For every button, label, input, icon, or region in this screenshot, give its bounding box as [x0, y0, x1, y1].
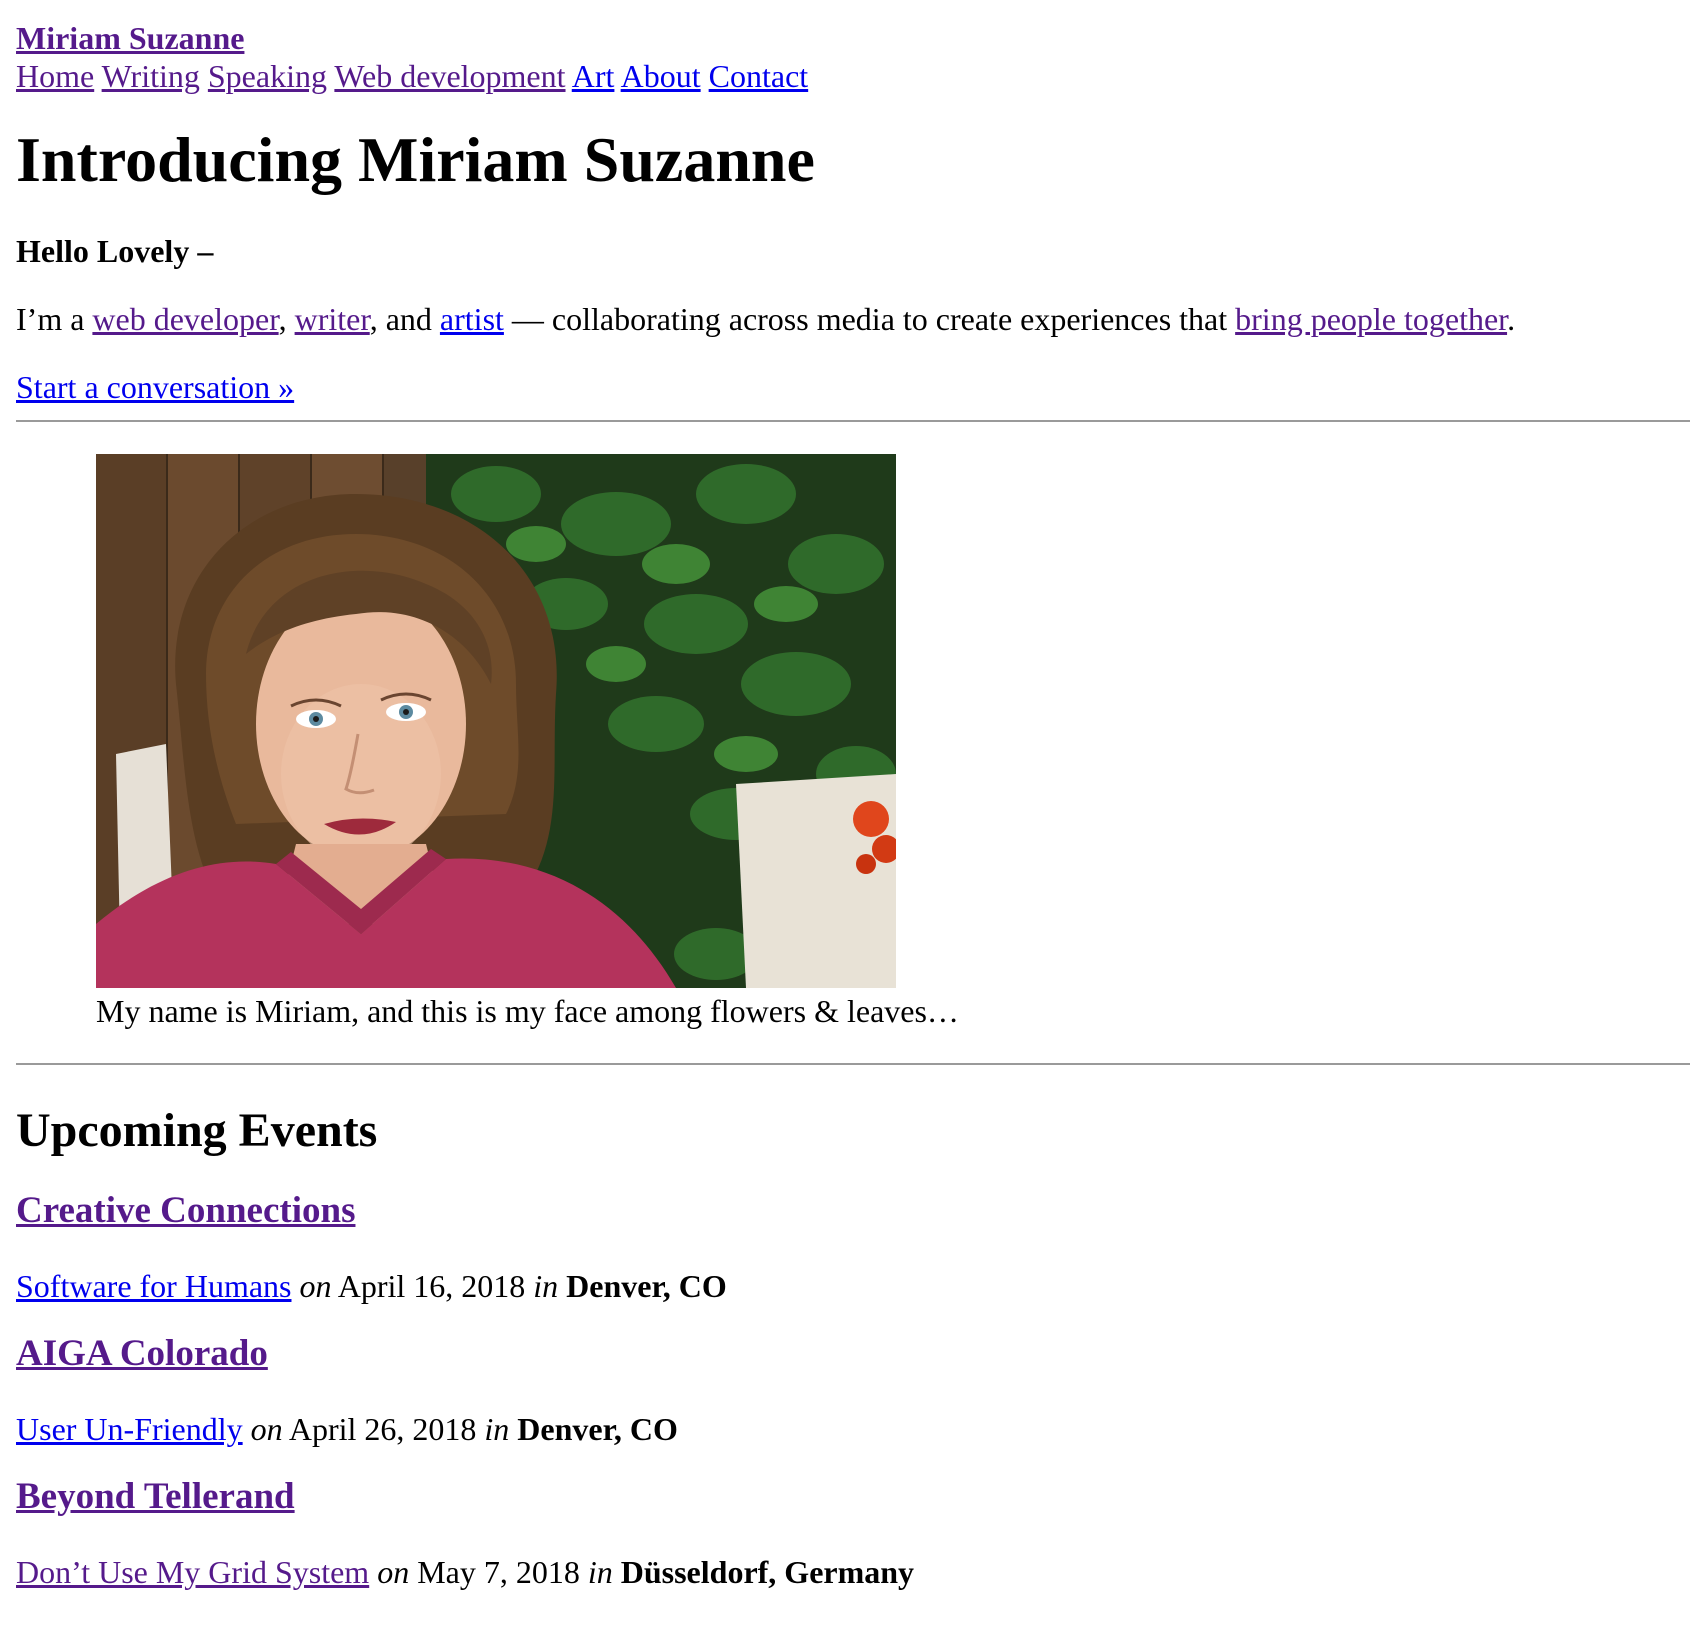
intro-and: , and [369, 301, 440, 337]
link-bring-people-together[interactable]: bring people together [1235, 301, 1507, 337]
nav-art[interactable]: Art [572, 58, 615, 94]
divider [16, 420, 1690, 422]
on-label: on [377, 1554, 410, 1590]
nav-writing[interactable]: Writing [102, 58, 200, 94]
events-section: Upcoming Events Creative Connections Sof… [16, 1103, 1674, 1591]
in-label: in [587, 1554, 613, 1590]
event-location: Denver, CO [517, 1411, 678, 1447]
event-title: Beyond Tellerand [16, 1475, 1674, 1519]
intro-middle: — collaborating across media to create e… [503, 301, 1236, 337]
nav-speaking[interactable]: Speaking [208, 58, 327, 94]
page-title: Introducing Miriam Suzanne [16, 124, 815, 195]
in-label: in [484, 1411, 510, 1447]
intro-paragraph: I’m a web developer, writer, and artist … [16, 300, 1674, 338]
event-date: May 7, 2018 [417, 1554, 580, 1590]
portrait-figure: My name is Miriam, and this is my face a… [96, 454, 1674, 1030]
portrait-caption: My name is Miriam, and this is my face a… [96, 993, 959, 1029]
nav-web-development[interactable]: Web development [334, 58, 565, 94]
start-conversation-link[interactable]: Start a conversation » [16, 369, 294, 405]
event-link-aiga-colorado[interactable]: AIGA Colorado [16, 1333, 268, 1374]
on-label: on [299, 1268, 332, 1304]
greeting: Hello Lovely – [16, 233, 214, 269]
site-header: Miriam Suzanne Home Writing Speaking Web… [16, 19, 1674, 95]
page: Miriam Suzanne Home Writing Speaking Web… [0, 0, 1690, 1591]
intro-comma: , [278, 301, 295, 337]
event-link-beyond-tellerand[interactable]: Beyond Tellerand [16, 1476, 295, 1517]
intro-suffix: . [1507, 301, 1516, 337]
nav-about[interactable]: About [621, 58, 701, 94]
event-details: User Un-Friendly on April 26, 2018 in De… [16, 1410, 1674, 1448]
nav-contact[interactable]: Contact [709, 58, 809, 94]
nav-home[interactable]: Home [16, 58, 94, 94]
events-heading: Upcoming Events [16, 1104, 378, 1157]
event-title: Creative Connections [16, 1189, 1674, 1233]
on-label: on [250, 1411, 283, 1447]
portrait-photo [96, 454, 896, 988]
event-date: April 16, 2018 [337, 1268, 526, 1304]
talk-link-user-un-friendly[interactable]: User Un-Friendly [16, 1411, 243, 1447]
event-link-creative-connections[interactable]: Creative Connections [16, 1190, 355, 1231]
event-details: Software for Humans on April 16, 2018 in… [16, 1267, 1674, 1305]
site-title-link[interactable]: Miriam Suzanne [16, 19, 1674, 57]
intro-prefix: I’m a [16, 301, 93, 337]
cta-paragraph: Start a conversation » [16, 368, 1674, 406]
divider [16, 1063, 1690, 1065]
event-location: Düsseldorf, Germany [620, 1554, 915, 1590]
link-web-developer[interactable]: web developer [92, 301, 278, 337]
portrait-illustration [96, 454, 896, 988]
event-title: AIGA Colorado [16, 1332, 1674, 1376]
talk-link-dont-use-my-grid-system[interactable]: Don’t Use My Grid System [16, 1554, 369, 1590]
link-writer[interactable]: writer [295, 301, 370, 337]
in-label: in [533, 1268, 559, 1304]
event-details: Don’t Use My Grid System on May 7, 2018 … [16, 1553, 1674, 1591]
talk-link-software-for-humans[interactable]: Software for Humans [16, 1268, 291, 1304]
event-location: Denver, CO [566, 1268, 727, 1304]
event-date: April 26, 2018 [288, 1411, 477, 1447]
link-artist[interactable]: artist [440, 301, 504, 337]
main-nav: Home Writing Speaking Web development Ar… [16, 57, 1674, 95]
